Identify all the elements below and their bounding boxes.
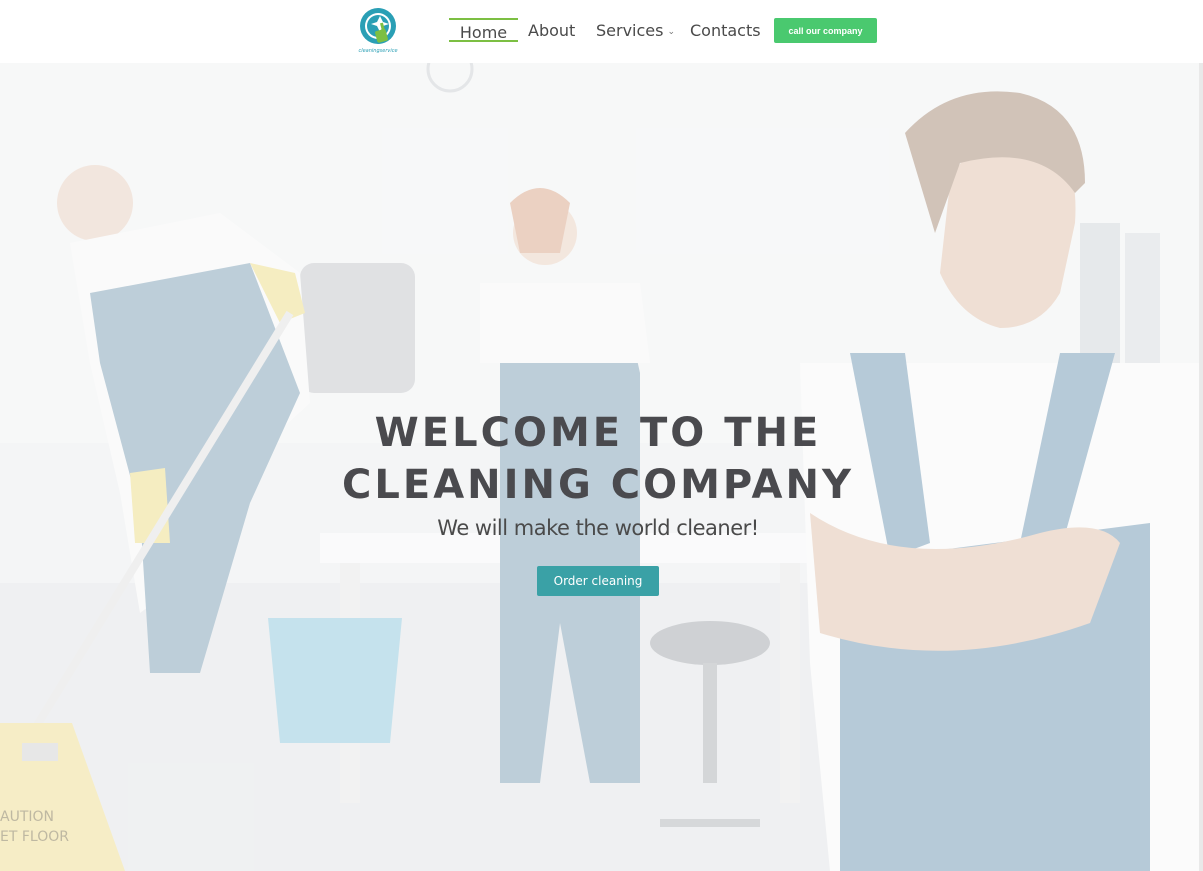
call-company-button[interactable]: call our company xyxy=(774,18,877,43)
nav-item-services[interactable]: Services ⌄ xyxy=(596,21,675,40)
page-scrollbar[interactable] xyxy=(1199,63,1203,871)
nav-item-contacts[interactable]: Contacts xyxy=(690,21,761,40)
nav-item-services-label: Services xyxy=(596,21,664,40)
hero-title-line1: WELCOME TO THE xyxy=(374,410,822,456)
hero-title-line2: CLEANING COMPANY xyxy=(342,462,854,508)
chevron-down-icon: ⌄ xyxy=(667,27,676,37)
logo-wordmark: cleaningservice xyxy=(358,48,398,54)
logo-icon xyxy=(360,8,396,44)
order-cleaning-button[interactable]: Order cleaning xyxy=(537,566,659,596)
hero-subtitle: We will make the world cleaner! xyxy=(437,516,759,540)
site-header: cleaningservice Home About Services ⌄ Con… xyxy=(0,0,1203,63)
hero-title: WELCOME TO THE CLEANING COMPANY xyxy=(300,407,896,511)
company-logo[interactable]: cleaningservice xyxy=(354,5,402,57)
nav-item-home[interactable]: Home xyxy=(449,18,518,42)
nav-item-about[interactable]: About xyxy=(528,21,575,40)
hero-section: AUTION ET FLOOR WELCOME TO THE CLEANING … xyxy=(0,63,1199,871)
